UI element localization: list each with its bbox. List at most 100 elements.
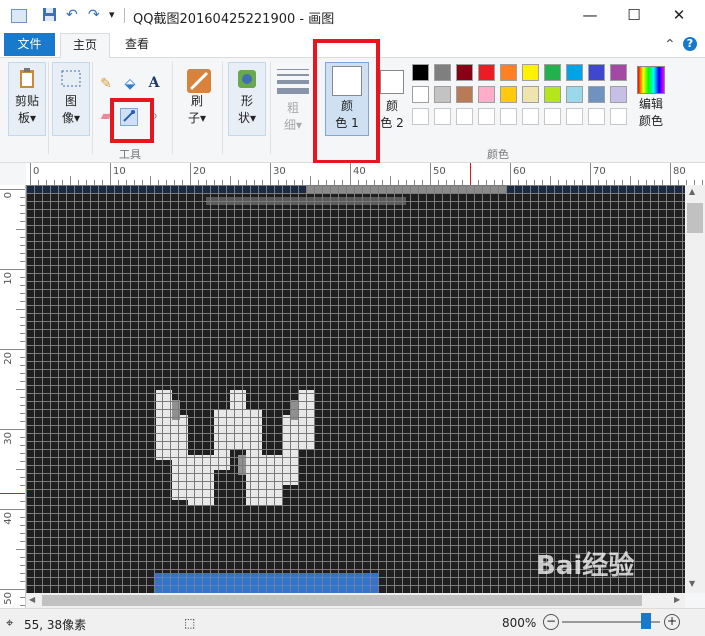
clipboard-button[interactable]: 剪贴 板▾ — [8, 62, 46, 136]
redo-icon[interactable]: ↷ — [88, 7, 100, 23]
palette-color-swatch[interactable] — [412, 64, 429, 81]
palette-color-swatch[interactable] — [456, 64, 473, 81]
pencil-icon[interactable]: ✎ — [98, 76, 114, 92]
palette-color-swatch[interactable] — [588, 86, 605, 103]
palette-custom-slot[interactable] — [434, 108, 451, 125]
palette-color-swatch[interactable] — [610, 86, 627, 103]
minimize-button[interactable]: — — [567, 0, 613, 32]
group-separator — [48, 62, 49, 154]
scroll-thumb-horizontal[interactable] — [42, 595, 642, 606]
colors-group-label: 颜色 — [487, 148, 509, 161]
ruler-minor-tick — [20, 501, 25, 502]
ruler-tick — [0, 429, 25, 430]
palette-custom-slot[interactable] — [500, 108, 517, 125]
cursor-position: 55, 38像素 — [24, 618, 87, 632]
horizontal-scrollbar[interactable]: ◀ ▶ — [26, 593, 685, 608]
color2-label-1: 颜 — [385, 99, 398, 113]
shapes-button[interactable]: 形 状▾ — [228, 62, 266, 136]
palette-custom-slot[interactable] — [566, 108, 583, 125]
scroll-up-icon[interactable]: ▲ — [689, 187, 695, 196]
image-label-2: 像▾ — [61, 111, 81, 125]
zoom-level: 800% — [502, 616, 537, 630]
paint-app-icon[interactable] — [11, 9, 27, 23]
zoom-slider-thumb[interactable] — [641, 613, 651, 629]
scroll-thumb-vertical[interactable] — [687, 203, 703, 233]
ruler-minor-tick — [20, 413, 25, 414]
maximize-button[interactable]: ☐ — [611, 0, 657, 32]
palette-custom-slot[interactable] — [588, 108, 605, 125]
scroll-left-icon[interactable]: ◀ — [29, 595, 35, 604]
ruler-minor-tick — [20, 213, 25, 214]
color2-button[interactable]: 颜 色 2 — [376, 62, 408, 136]
undo-icon[interactable]: ↶ — [66, 7, 78, 23]
palette-color-swatch[interactable] — [434, 86, 451, 103]
scroll-down-icon[interactable]: ▼ — [689, 579, 695, 588]
color-picker-highlight-box — [110, 98, 154, 143]
brush-icon — [185, 67, 211, 93]
scroll-right-icon[interactable]: ▶ — [674, 595, 680, 604]
palette-custom-slot[interactable] — [522, 108, 539, 125]
palette-custom-slot[interactable] — [456, 108, 473, 125]
ruler-minor-tick — [20, 437, 25, 438]
palette-custom-slot[interactable] — [478, 108, 495, 125]
image-label-1: 图 — [64, 94, 77, 108]
palette-color-swatch[interactable] — [522, 86, 539, 103]
brushes-button[interactable]: 刷 子▾ — [178, 62, 216, 136]
zoom-in-button[interactable]: + — [664, 614, 680, 630]
edit-colors-button[interactable]: 编辑 颜色 — [632, 62, 670, 136]
ruler-label: 50 — [3, 592, 14, 605]
ruler-tick — [670, 163, 671, 185]
horizontal-ruler: 0 10 20 30 40 50 60 70 80 — [26, 163, 705, 186]
palette-color-swatch[interactable] — [566, 64, 583, 81]
palette-color-swatch[interactable] — [478, 64, 495, 81]
help-icon[interactable]: ? — [683, 37, 697, 51]
image-button[interactable]: 图 像▾ — [52, 62, 90, 136]
vertical-scrollbar[interactable]: ▲ ▼ — [685, 185, 705, 593]
palette-color-swatch[interactable] — [544, 64, 561, 81]
title-separator — [124, 8, 125, 23]
palette-color-swatch[interactable] — [522, 64, 539, 81]
ruler-minor-tick — [550, 176, 551, 185]
drawing-canvas[interactable]: Bai经验 — [26, 185, 685, 593]
palette-color-swatch[interactable] — [412, 86, 429, 103]
vertical-ruler: 0 10 20 30 40 50 — [0, 185, 26, 608]
tab-home[interactable]: 主页 — [60, 33, 110, 58]
fill-bucket-icon[interactable]: ⬙ — [122, 76, 138, 92]
clipboard-icon — [15, 67, 39, 91]
palette-custom-slot[interactable] — [610, 108, 627, 125]
shapes-label-2: 状▾ — [237, 111, 257, 125]
save-icon[interactable] — [42, 7, 57, 26]
palette-color-swatch[interactable] — [610, 64, 627, 81]
ruler-label: 30 — [3, 432, 14, 445]
tab-view[interactable]: 查看 — [114, 33, 160, 56]
size-button[interactable]: 粗 细▾ — [274, 62, 312, 136]
collapse-ribbon-icon[interactable]: ⌃ — [664, 37, 676, 53]
palette-color-swatch[interactable] — [544, 86, 561, 103]
ruler-minor-tick — [230, 176, 231, 185]
ruler-minor-tick — [20, 317, 25, 318]
ruler-minor-tick — [16, 309, 25, 310]
ruler-label: 60 — [513, 166, 526, 177]
palette-custom-slot[interactable] — [412, 108, 429, 125]
tab-file[interactable]: 文件 — [4, 33, 55, 56]
ruler-minor-tick — [20, 573, 25, 574]
group-separator — [270, 62, 271, 154]
ruler-minor-tick — [20, 525, 25, 526]
zoom-out-button[interactable]: − — [543, 614, 559, 630]
palette-color-swatch[interactable] — [500, 64, 517, 81]
ruler-minor-tick — [20, 197, 25, 198]
ruler-minor-tick — [630, 176, 631, 185]
palette-color-swatch[interactable] — [434, 64, 451, 81]
palette-color-swatch[interactable] — [456, 86, 473, 103]
palette-color-swatch[interactable] — [588, 64, 605, 81]
palette-custom-slot[interactable] — [544, 108, 561, 125]
text-icon[interactable]: A — [146, 75, 162, 91]
palette-color-swatch[interactable] — [478, 86, 495, 103]
ruler-cursor-marker — [0, 493, 25, 494]
palette-color-swatch[interactable] — [566, 86, 583, 103]
close-button[interactable]: ✕ — [656, 0, 702, 32]
palette-color-swatch[interactable] — [500, 86, 517, 103]
group-separator — [172, 62, 173, 154]
ruler-minor-tick — [70, 176, 71, 185]
quick-access-dropdown-icon[interactable]: ▾ — [109, 7, 115, 23]
